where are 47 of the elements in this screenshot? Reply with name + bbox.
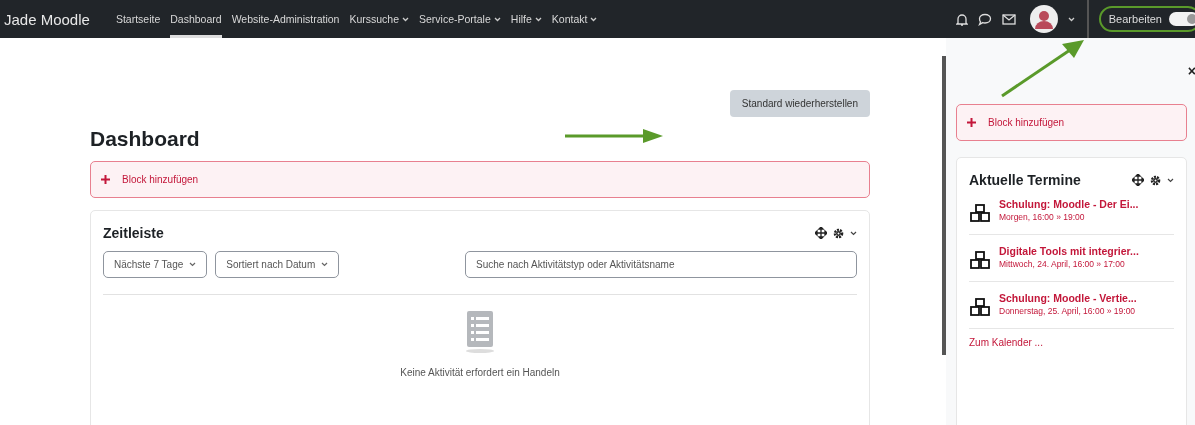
edit-mode-toggle[interactable]: Bearbeiten <box>1098 6 1195 32</box>
caret-icon[interactable] <box>850 230 857 236</box>
nav-link[interactable]: Dashboard <box>170 0 222 38</box>
cubes-icon <box>969 298 991 318</box>
nav-link[interactable]: Service-Portale <box>419 0 501 38</box>
nav-link[interactable]: Kurssuche <box>349 0 409 38</box>
event-date: Morgen, 16:00 » 19:00 <box>999 212 1086 224</box>
nav-link[interactable]: Kontakt <box>551 0 598 38</box>
page-title: Dashboard <box>90 127 200 151</box>
edit-mode-label: Bearbeiten <box>1108 13 1162 25</box>
empty-message: Keine Aktivität erfordert ein Handeln <box>400 367 560 378</box>
add-block-button[interactable]: Block hinzufügen <box>90 161 870 198</box>
reset-default-button[interactable]: Standard wiederherstellen <box>729 90 870 117</box>
block-title: Zeitleiste <box>103 225 164 241</box>
chat-bubble-icon[interactable] <box>977 12 992 26</box>
avatar-icon[interactable] <box>1029 5 1058 33</box>
event-title-link[interactable]: Schulung: Moodle - Der Ei... <box>999 198 1139 210</box>
nav-link[interactable]: Website-Administration <box>231 0 340 38</box>
move-icon[interactable] <box>815 227 827 239</box>
cubes-icon <box>969 251 991 271</box>
settings-icon[interactable] <box>1150 174 1161 186</box>
caret-icon <box>189 262 197 267</box>
mail-icon[interactable] <box>1001 13 1016 25</box>
caret-icon[interactable] <box>1167 177 1174 183</box>
day-filter-dropdown[interactable]: Nächste 7 Tage <box>103 251 208 278</box>
add-block-button[interactable]: Block hinzufügen <box>956 104 1187 141</box>
move-icon[interactable] <box>1132 174 1144 186</box>
search-field[interactable]: Suche nach Aktivitätstyp oder Aktivitätsname <box>465 251 857 278</box>
nav-link[interactable]: Startseite <box>115 0 161 38</box>
calendar-link[interactable]: Zum Kalender ... <box>969 337 1043 348</box>
toggle-switch[interactable] <box>1169 12 1195 26</box>
nav-link[interactable]: Hilfe <box>510 0 542 38</box>
bell-icon[interactable] <box>955 12 968 26</box>
plus-icon <box>967 118 976 127</box>
sort-dropdown[interactable]: Sortiert nach Datum <box>215 251 340 278</box>
close-button[interactable]: × <box>1187 63 1195 79</box>
event-date: Donnerstag, 25. April, 16:00 » 19:00 <box>999 306 1137 318</box>
block-title: Aktuelle Termine <box>969 172 1081 188</box>
settings-icon[interactable] <box>833 227 844 239</box>
empty-list-icon <box>465 311 495 353</box>
caret-icon <box>321 262 329 267</box>
plus-icon <box>101 175 110 184</box>
cubes-icon <box>969 204 991 224</box>
event-date: Mittwoch, 24. April, 16:00 » 17:00 <box>999 259 1126 271</box>
site-brand[interactable]: Jade Moodle <box>4 10 90 28</box>
event-title-link[interactable]: Schulung: Moodle - Vertie... <box>999 292 1137 304</box>
event-title-link[interactable]: Digitale Tools mit integrier... <box>999 245 1139 257</box>
